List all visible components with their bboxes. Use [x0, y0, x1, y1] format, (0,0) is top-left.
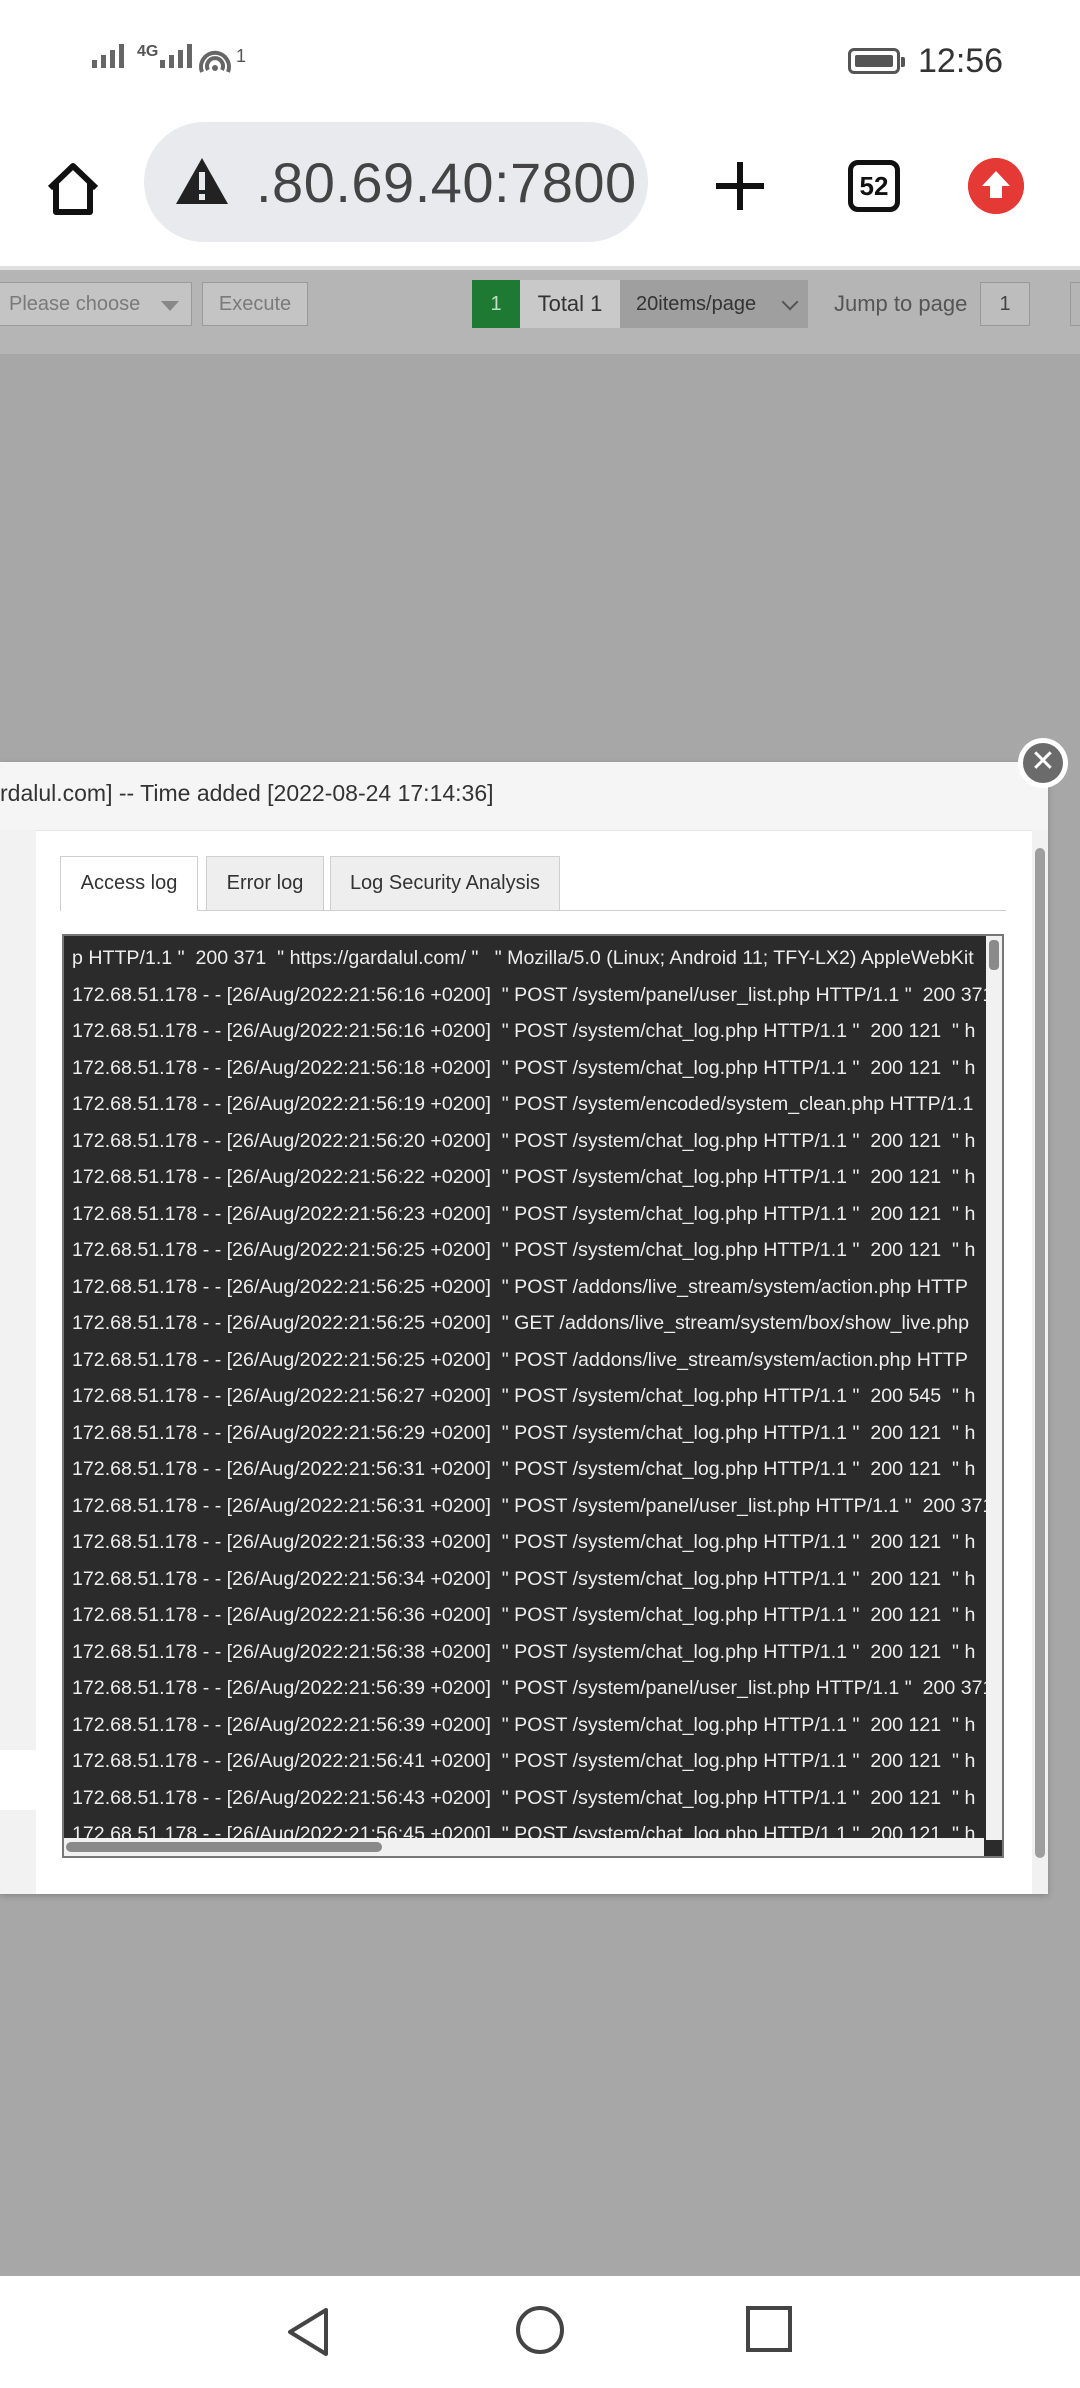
home-circle-icon[interactable]	[516, 2306, 564, 2354]
go-button[interactable]	[1070, 282, 1080, 326]
log-line: 172.68.51.178 - - [26/Aug/2022:21:56:16 …	[72, 1020, 976, 1042]
log-line: 172.68.51.178 - - [26/Aug/2022:21:56:43 …	[72, 1786, 976, 1809]
jump-to-page-input[interactable]: 1	[980, 282, 1030, 326]
log-line: 172.68.51.178 - - [26/Aug/2022:21:56:19 …	[72, 1093, 974, 1115]
tab-access-log[interactable]: Access log	[60, 856, 198, 911]
tab-switcher-button[interactable]: 52	[848, 160, 900, 212]
modal-side-menu	[0, 830, 36, 1894]
close-modal-button[interactable]: ✕	[1018, 738, 1068, 788]
log-vertical-scroll-thumb[interactable]	[989, 940, 999, 970]
caret-down-icon	[161, 301, 179, 311]
log-line: 172.68.51.178 - - [26/Aug/2022:21:56:29 …	[72, 1421, 976, 1444]
status-bar: 4G 1 12:56	[0, 0, 1080, 128]
log-vertical-scrollbar[interactable]	[986, 936, 1002, 1840]
url-text[interactable]: .80.69.40:7800	[256, 150, 637, 215]
log-line: 172.68.51.178 - - [26/Aug/2022:21:56:27 …	[72, 1385, 976, 1407]
modal-header: rdalul.com] -- Time added [2022-08-24 17…	[0, 762, 1048, 831]
batch-action-select[interactable]: Please choose	[0, 282, 192, 326]
system-nav-bar	[0, 2276, 1080, 2388]
chevron-down-icon	[781, 293, 799, 311]
log-line: 172.68.51.178 - - [26/Aug/2022:21:56:41 …	[72, 1750, 976, 1772]
signal-strength-2-icon	[160, 44, 192, 68]
home-icon[interactable]	[42, 158, 104, 220]
log-line: 172.68.51.178 - - [26/Aug/2022:21:56:31 …	[72, 1458, 976, 1480]
execute-button[interactable]: Execute	[202, 282, 308, 326]
current-page-button[interactable]: 1	[472, 280, 520, 328]
signal-strength-icon	[92, 44, 124, 68]
total-count: Total 1	[520, 280, 620, 328]
log-line: 172.68.51.178 - - [26/Aug/2022:21:56:20 …	[72, 1129, 976, 1152]
log-line: 172.68.51.178 - - [26/Aug/2022:21:56:25 …	[72, 1348, 968, 1371]
site-log-modal: rdalul.com] -- Time added [2022-08-24 17…	[0, 762, 1048, 1894]
recent-apps-icon[interactable]	[746, 2306, 792, 2352]
tab-error-log[interactable]: Error log	[206, 856, 324, 910]
list-toolbar: Please choose Execute 1 Total 1 20items/…	[0, 270, 1080, 354]
log-line: 172.68.51.178 - - [26/Aug/2022:21:56:25 …	[72, 1239, 976, 1261]
log-line: 172.68.51.178 - - [26/Aug/2022:21:56:25 …	[72, 1275, 968, 1298]
log-line: 172.68.51.178 - - [26/Aug/2022:21:56:39 …	[72, 1713, 976, 1736]
update-icon[interactable]	[968, 158, 1024, 214]
log-line: 172.68.51.178 - - [26/Aug/2022:21:56:34 …	[72, 1567, 976, 1590]
address-bar[interactable]: .80.69.40:7800	[144, 122, 648, 242]
tab-log-security-analysis[interactable]: Log Security Analysis	[330, 856, 560, 910]
jump-to-page-label: Jump to page	[834, 291, 968, 316]
browser-toolbar: .80.69.40:7800 52	[0, 122, 1080, 270]
log-line: 172.68.51.178 - - [26/Aug/2022:21:56:16 …	[72, 983, 992, 1006]
log-line: 172.68.51.178 - - [26/Aug/2022:21:56:33 …	[72, 1531, 976, 1553]
hotspot-icon	[199, 50, 231, 73]
log-line: 172.68.51.178 - - [26/Aug/2022:21:56:38 …	[72, 1640, 976, 1663]
back-icon[interactable]	[284, 2306, 332, 2358]
log-line: 172.68.51.178 - - [26/Aug/2022:21:56:39 …	[72, 1677, 992, 1699]
log-horizontal-scroll-thumb[interactable]	[66, 1842, 382, 1852]
page-size-select[interactable]: 20items/page	[620, 280, 808, 328]
batch-action-placeholder: Please choose	[9, 293, 141, 315]
log-line: 172.68.51.178 - - [26/Aug/2022:21:56:36 …	[72, 1604, 976, 1626]
modal-title: rdalul.com] -- Time added [2022-08-24 17…	[0, 780, 494, 806]
hotspot-count: 1	[236, 46, 247, 66]
log-horizontal-scrollbar[interactable]	[64, 1838, 984, 1856]
log-line: 172.68.51.178 - - [26/Aug/2022:21:56:18 …	[72, 1056, 976, 1079]
clock: 12:56	[918, 42, 1004, 80]
access-log-textarea[interactable]: p HTTP/1.1 " 200 371 " https://gardalul.…	[62, 934, 1004, 1858]
modal-scroll-thumb[interactable]	[1035, 848, 1045, 1858]
log-lines: p HTTP/1.1 " 200 371 " https://gardalul.…	[72, 940, 992, 1853]
close-icon: ✕	[1023, 743, 1063, 783]
log-line: 172.68.51.178 - - [26/Aug/2022:21:56:31 …	[72, 1494, 992, 1517]
new-tab-icon[interactable]	[712, 158, 768, 214]
warning-icon[interactable]	[174, 156, 230, 206]
log-line: 172.68.51.178 - - [26/Aug/2022:21:56:25 …	[72, 1312, 970, 1334]
side-menu-item[interactable]	[0, 1750, 36, 1810]
battery-icon	[848, 48, 905, 74]
page-size-value: 20items/page	[636, 293, 757, 315]
log-line: p HTTP/1.1 " 200 371 " https://gardalul.…	[72, 947, 974, 969]
log-line: 172.68.51.178 - - [26/Aug/2022:21:56:23 …	[72, 1202, 976, 1225]
network-type-label: 4G	[137, 43, 159, 60]
log-tabs: Access log Error log Log Security Analys…	[60, 856, 1006, 911]
modal-scrollbar[interactable]	[1032, 830, 1048, 1894]
log-line: 172.68.51.178 - - [26/Aug/2022:21:56:22 …	[72, 1166, 976, 1188]
